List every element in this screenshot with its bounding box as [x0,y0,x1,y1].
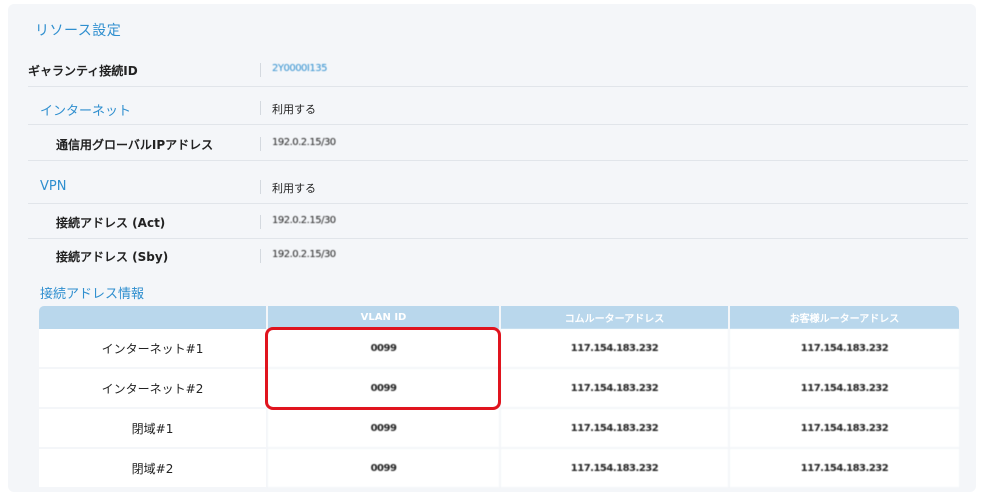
column-header-customer-router: お客様ルーターアドレス [730,306,959,329]
vlan-id-cell: 0099 [268,369,501,409]
address-table: VLAN ID コムルーターアドレス お客様ルーターアドレス インターネット#1… [39,306,959,489]
vpn-row: VPN 利用する [28,171,968,204]
act-address-row: 接続アドレス (Act) 192.0.2.15/30 [28,206,968,239]
sby-address-label: 接続アドレス (Sby) [56,250,169,264]
com-router-address-cell: 117.154.183.232 [501,369,730,409]
divider [260,215,261,229]
table-header-row: VLAN ID コムルーターアドレス お客様ルーターアドレス [39,306,959,329]
divider [260,63,261,77]
column-header-name [39,306,268,329]
sby-address-row: 接続アドレス (Sby) 192.0.2.15/30 [28,240,968,272]
global-ip-row: 通信用グローバルIPアドレス 192.0.2.15/30 [28,128,968,161]
table-row: インターネット#2 0099 117.154.183.232 117.154.1… [39,369,959,409]
internet-value: 利用する [272,103,316,116]
guaranty-id-value: 2Y0000I135 [272,63,327,74]
column-header-vlan-id: VLAN ID [268,306,501,329]
page-title: リソース設定 [35,23,122,39]
customer-router-address-cell: 117.154.183.232 [730,409,959,449]
table-row: 閉域#2 0099 117.154.183.232 117.154.183.23… [39,449,959,489]
customer-router-address-cell: 117.154.183.232 [730,369,959,409]
divider [260,249,261,263]
vlan-id-cell: 0099 [268,449,501,489]
com-router-address-cell: 117.154.183.232 [501,329,730,369]
table-row: 閉域#1 0099 117.154.183.232 117.154.183.23… [39,409,959,449]
customer-router-address-cell: 117.154.183.232 [730,449,959,489]
customer-router-address-cell: 117.154.183.232 [730,329,959,369]
row-name: 閉域#2 [39,449,268,489]
act-address-label: 接続アドレス (Act) [56,216,166,230]
guaranty-id-label: ギャランティ接続ID [28,64,138,78]
internet-label: インターネット [40,104,132,119]
row-name: インターネット#2 [39,369,268,409]
guaranty-id-row: ギャランティ接続ID 2Y0000I135 [28,54,968,87]
vpn-value: 利用する [272,182,316,195]
act-address-value: 192.0.2.15/30 [272,215,336,226]
internet-row: インターネット 利用する [28,92,968,125]
vlan-id-cell: 0099 [268,409,501,449]
global-ip-value: 192.0.2.15/30 [272,137,336,148]
divider [260,101,261,115]
row-name: インターネット#1 [39,329,268,369]
com-router-address-cell: 117.154.183.232 [501,409,730,449]
column-header-com-router: コムルーターアドレス [501,306,730,329]
address-info-title: 接続アドレス情報 [40,287,145,302]
vlan-id-cell: 0099 [268,329,501,369]
com-router-address-cell: 117.154.183.232 [501,449,730,489]
divider [260,137,261,151]
global-ip-label: 通信用グローバルIPアドレス [56,138,214,152]
divider [260,180,261,194]
table-row: インターネット#1 0099 117.154.183.232 117.154.1… [39,329,959,369]
row-name: 閉域#1 [39,409,268,449]
vpn-label: VPN [40,179,67,194]
sby-address-value: 192.0.2.15/30 [272,249,336,260]
